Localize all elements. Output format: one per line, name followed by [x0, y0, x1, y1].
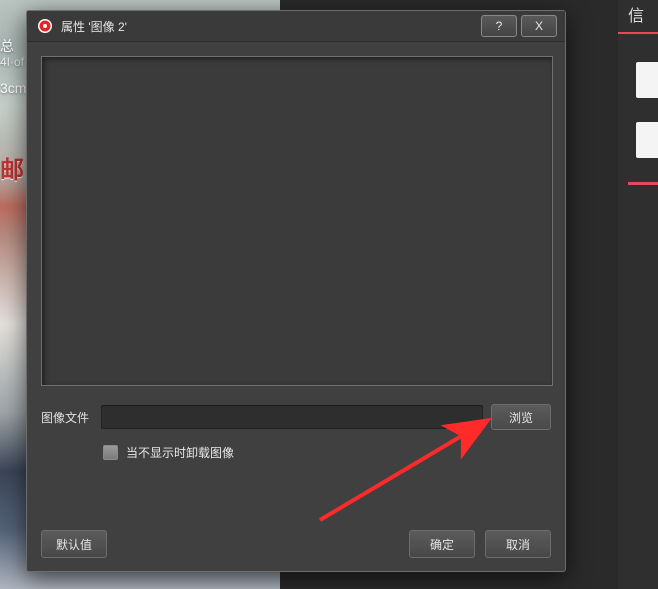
unload-image-checkbox-label: 当不显示时卸载图像 — [126, 444, 234, 461]
cancel-button[interactable]: 取消 — [485, 530, 551, 558]
app-background: 总 4I·of 3cm 邮 信 属性 '图像 2' ? X 图像文件 — [0, 0, 658, 589]
bg-text-3: 3cm — [0, 80, 26, 96]
properties-dialog: 属性 '图像 2' ? X 图像文件 浏览 当不显示时卸载图像 默认值 确定 取… — [26, 10, 566, 572]
image-preview-area — [41, 56, 553, 386]
unload-image-checkbox-row: 当不显示时卸载图像 — [103, 444, 551, 461]
right-panel-card[interactable] — [636, 62, 658, 98]
image-file-label: 图像文件 — [41, 409, 93, 426]
unload-image-checkbox[interactable] — [103, 445, 118, 460]
right-panel-card[interactable] — [636, 122, 658, 158]
image-file-row: 图像文件 浏览 — [41, 404, 551, 430]
close-button[interactable]: X — [521, 15, 557, 37]
dialog-titlebar[interactable]: 属性 '图像 2' ? X — [27, 11, 565, 42]
bg-text-red: 邮 — [0, 150, 24, 185]
dialog-body: 图像文件 浏览 当不显示时卸载图像 默认值 确定 取消 — [27, 42, 565, 572]
right-panel-underline — [628, 182, 658, 185]
right-sidebar-title: 信 — [618, 0, 658, 34]
help-button[interactable]: ? — [481, 15, 517, 37]
dialog-footer: 默认值 确定 取消 — [41, 530, 551, 558]
defaults-button[interactable]: 默认值 — [41, 530, 107, 558]
dialog-title: 属性 '图像 2' — [61, 18, 481, 35]
bg-text-2: 4I·of — [0, 55, 24, 69]
bg-text-1: 总 — [0, 36, 14, 56]
app-icon — [37, 18, 53, 34]
browse-button[interactable]: 浏览 — [491, 404, 551, 430]
image-file-input[interactable] — [101, 405, 483, 429]
ok-button[interactable]: 确定 — [409, 530, 475, 558]
